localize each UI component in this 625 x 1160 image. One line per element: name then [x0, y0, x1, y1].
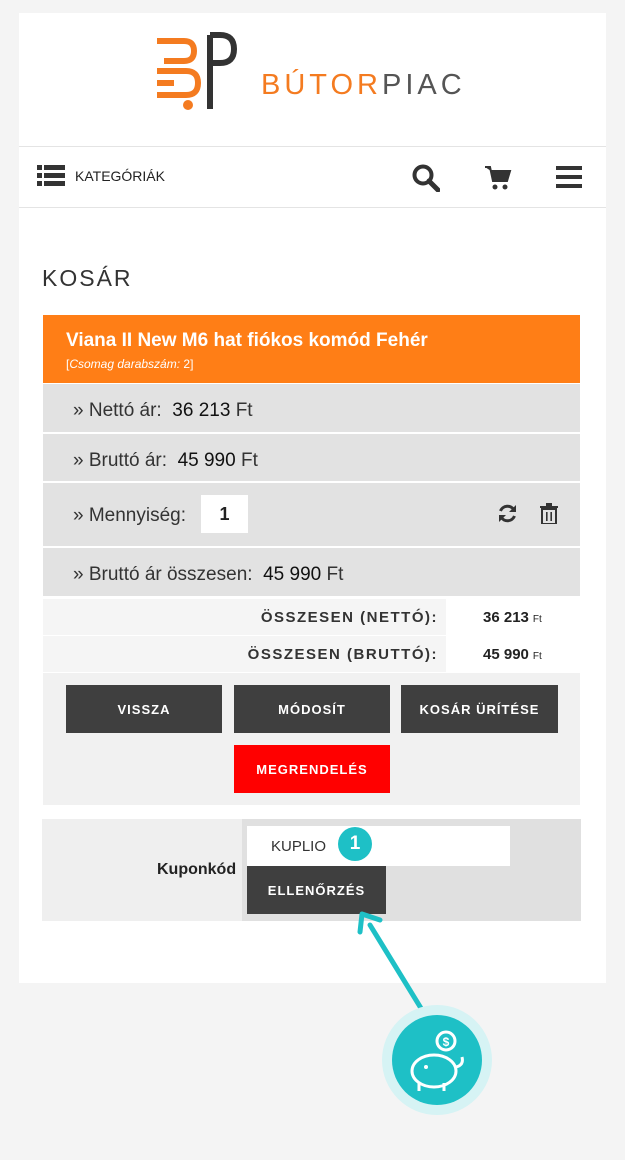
quantity-input[interactable]: 1 [201, 495, 248, 533]
currency: Ft [235, 400, 253, 421]
logo-text: BÚTORPIAC [261, 69, 466, 102]
total-net-value: 36 213 [483, 609, 529, 626]
coupon-label: Kuponkód [157, 861, 237, 878]
svg-text:$: $ [443, 1035, 450, 1049]
gross-price-row: » Bruttó ár: 45 990 Ft [43, 434, 580, 481]
list-icon [37, 165, 65, 186]
package-info: [Csomag darabszám: 2] [66, 357, 194, 371]
coupon-input[interactable]: KUPLIO [247, 826, 510, 866]
logo-text-b: PIAC [381, 69, 466, 101]
total-gross-value-cell: 45 990 Ft [446, 636, 580, 672]
search-icon[interactable] [412, 164, 440, 192]
back-button[interactable]: VISSZA [66, 685, 222, 733]
package-count: 2 [183, 357, 191, 371]
package-label: Csomag darabszám: [69, 357, 181, 371]
logo-text-a: BÚTOR [261, 69, 382, 101]
categories-button[interactable]: KATEGÓRIÁK [37, 165, 165, 187]
step-badge: 1 [338, 827, 372, 861]
action-buttons-panel: VISSZA MÓDOSÍT KOSÁR ÜRÍTÉSE MEGRENDELÉS [43, 673, 580, 805]
page-title: KOSÁR [42, 265, 133, 291]
piggy-bank-icon: $ [382, 1005, 492, 1115]
gross-total-value: 45 990 [263, 564, 322, 585]
product-header: Viana II New M6 hat fiókos komód Fehér [… [43, 315, 580, 383]
quantity-label: » Mennyiség: [73, 505, 187, 526]
categories-label: KATEGÓRIÁK [75, 168, 165, 184]
total-gross-value: 45 990 [483, 646, 529, 663]
gross-total-row: » Bruttó ár összesen: 45 990 Ft [43, 548, 580, 596]
currency: Ft [326, 564, 344, 585]
currency: Ft [240, 450, 258, 471]
menu-icon[interactable] [556, 164, 582, 190]
coupon-input-value: KUPLIO [271, 838, 327, 855]
gross-price-label: » Bruttó ár: [73, 450, 167, 471]
cart-icon[interactable] [484, 164, 512, 192]
logo-icon[interactable] [154, 31, 244, 113]
product-name[interactable]: Viana II New M6 hat fiókos komód Fehér [66, 330, 428, 352]
check-coupon-button[interactable]: ELLENŐRZÉS [247, 866, 386, 914]
order-button[interactable]: MEGRENDELÉS [234, 745, 390, 793]
currency: Ft [532, 614, 542, 625]
net-price-row: » Nettó ár: 36 213 Ft [43, 384, 580, 432]
net-price-label: » Nettó ár: [73, 400, 162, 421]
gross-total-label: » Bruttó ár összesen: [73, 564, 253, 585]
total-net-value-cell: 36 213 Ft [446, 599, 580, 635]
refresh-icon[interactable] [497, 503, 518, 524]
total-net-label: ÖSSZESEN (NETTÓ): [260, 609, 438, 626]
top-navigation: KATEGÓRIÁK [19, 146, 606, 208]
currency: Ft [532, 651, 542, 662]
quantity-row: » Mennyiség: 1 [43, 483, 580, 546]
site-header: BÚTORPIAC [19, 13, 606, 146]
gross-price-value: 45 990 [177, 450, 236, 471]
trash-icon[interactable] [540, 503, 558, 524]
page-card: BÚTORPIAC KATEGÓRIÁK KOSÁR Viana II New … [19, 13, 606, 983]
total-gross-label: ÖSSZESEN (BRUTTÓ): [247, 646, 438, 663]
total-gross-row: ÖSSZESEN (BRUTTÓ): 45 990 Ft [43, 636, 580, 672]
modify-button[interactable]: MÓDOSÍT [234, 685, 390, 733]
net-price-value: 36 213 [172, 400, 231, 421]
empty-cart-button[interactable]: KOSÁR ÜRÍTÉSE [401, 685, 558, 733]
total-net-row: ÖSSZESEN (NETTÓ): 36 213 Ft [43, 599, 580, 635]
